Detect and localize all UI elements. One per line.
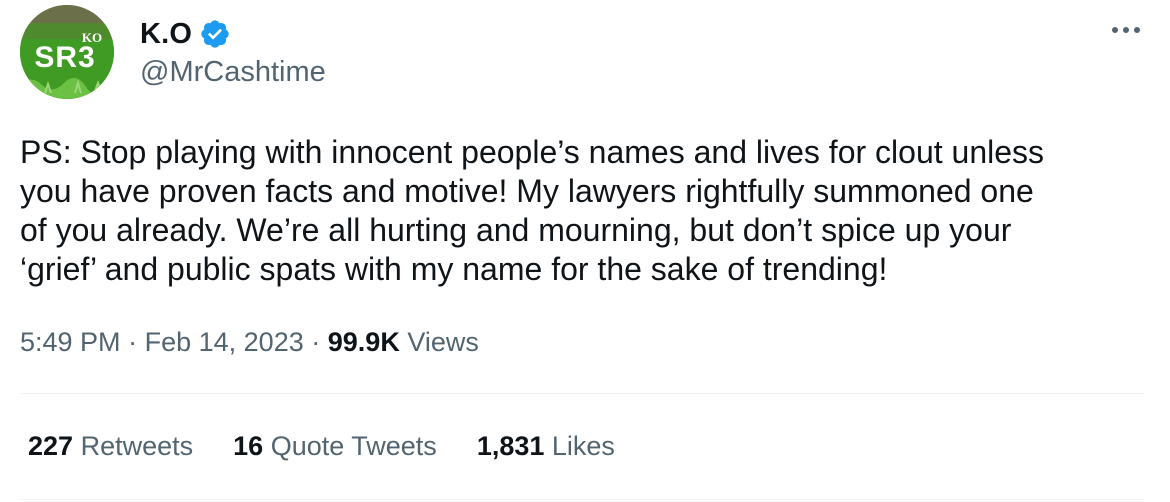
engagement-stats: 227 Retweets 16 Quote Tweets 1,831 Likes <box>28 428 615 464</box>
avatar[interactable]: SR3 KO <box>20 5 114 99</box>
quote-tweets-label: Quote Tweets <box>270 431 437 461</box>
more-options-icon[interactable] <box>1108 18 1144 42</box>
avatar-image: SR3 KO <box>20 5 114 99</box>
divider <box>20 393 1145 394</box>
likes-count: 1,831 <box>476 431 545 461</box>
meta-separator: · <box>311 327 321 357</box>
meta-separator: · <box>128 327 138 357</box>
quote-tweets-count: 16 <box>233 431 264 461</box>
avatar-text: SR3 <box>34 41 95 74</box>
tweet-text: PS: Stop playing with innocent people’s … <box>20 134 1045 287</box>
likes-label: Likes <box>551 431 615 461</box>
quote-tweets-stat[interactable]: 16 Quote Tweets <box>233 428 437 464</box>
views-label: Views <box>407 327 479 357</box>
handle[interactable]: @MrCashtime <box>140 55 326 89</box>
divider <box>20 499 1145 500</box>
tweet-date[interactable]: Feb 14, 2023 <box>145 327 304 357</box>
avatar-badge: KO <box>82 30 102 45</box>
verified-badge-icon[interactable] <box>199 18 231 50</box>
tweet-meta: 5:49 PM · Feb 14, 2023 · 99.9K Views <box>20 324 479 360</box>
likes-stat[interactable]: 1,831 Likes <box>477 428 615 464</box>
views-count: 99.9K <box>327 327 400 357</box>
retweets-count: 227 <box>28 431 74 461</box>
tweet-time[interactable]: 5:49 PM <box>20 327 121 357</box>
retweets-label: Retweets <box>80 431 194 461</box>
display-name[interactable]: K.O <box>140 17 192 51</box>
tweet-card: SR3 KO K.O @MrCashtime PS: Stop playing … <box>0 0 1170 502</box>
retweets-stat[interactable]: 227 Retweets <box>28 428 193 464</box>
